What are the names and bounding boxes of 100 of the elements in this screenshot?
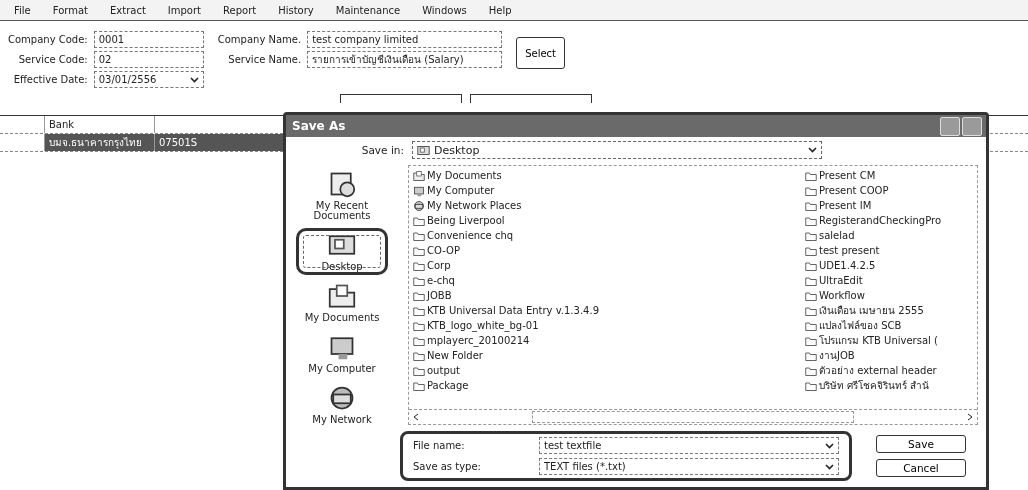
table-cell: บมจ.ธนาคารกรุงไทย: [45, 134, 155, 151]
partly-hidden-button[interactable]: [340, 94, 462, 103]
network-computer-icon: [328, 384, 356, 412]
save-as-type-label: Save as type:: [413, 461, 482, 472]
place-label: My Documents: [304, 313, 380, 323]
places-item[interactable]: Desktop: [296, 228, 388, 275]
file-list-item[interactable]: โปรแกรม KTB Universal (: [805, 333, 973, 348]
places-item[interactable]: My Computer: [296, 330, 388, 377]
file-list-item[interactable]: My Documents: [413, 168, 805, 183]
folder-icon: [413, 214, 425, 227]
computer-icon: [413, 184, 425, 197]
folder-icon: [413, 304, 425, 317]
file-list-item[interactable]: แปลงไฟล์ของ SCB: [805, 318, 973, 333]
file-list-item[interactable]: mplayerc_20100214: [413, 333, 805, 348]
company-name-field[interactable]: test company limited: [307, 31, 503, 48]
folder-icon: [805, 244, 817, 257]
scroll-left-icon[interactable]: [413, 413, 419, 421]
folder-icon: [413, 379, 425, 392]
menu-item[interactable]: Import: [167, 5, 201, 16]
folder-icon: [805, 349, 817, 362]
file-list-item[interactable]: UltraEdit: [805, 273, 973, 288]
file-list-item[interactable]: JOBB: [413, 288, 805, 303]
folder-icon: [413, 319, 425, 332]
date-dropdown[interactable]: 03/01/2556: [93, 71, 204, 88]
field-label: Service Code:: [17, 54, 88, 65]
help-button[interactable]: [940, 116, 960, 136]
folder-icon: [805, 229, 817, 242]
dialog-button[interactable]: Save: [876, 435, 966, 453]
save-in-dropdown[interactable]: Desktop: [412, 141, 822, 159]
folder-icon: [805, 199, 817, 212]
select-button[interactable]: Select: [516, 37, 566, 69]
folder-icon: [805, 259, 817, 272]
file-list-item[interactable]: New Folder: [413, 348, 805, 363]
service-code-field[interactable]: 02: [93, 51, 204, 68]
file-name-label: File name:: [413, 440, 466, 451]
file-list-item[interactable]: CO-OP: [413, 243, 805, 258]
menu-item[interactable]: History: [278, 5, 314, 16]
document-clock-icon: [328, 170, 356, 198]
table-cell: 07501S: [155, 134, 285, 151]
file-list-item[interactable]: output: [413, 363, 805, 378]
folder-icon: [805, 319, 817, 332]
place-label: Desktop: [321, 262, 363, 272]
menu-item[interactable]: Maintenance: [335, 5, 401, 16]
file-name-field[interactable]: test textfile: [539, 437, 839, 454]
place-label: My Network: [312, 415, 372, 425]
place-label: My Computer: [308, 364, 376, 374]
file-list-item[interactable]: บริษัท ศรีโชคจิรินทร์ สำนั: [805, 378, 973, 393]
folder-icon: [413, 289, 425, 302]
partly-hidden-button[interactable]: [470, 94, 592, 103]
file-list-item[interactable]: UDE1.4.2.5: [805, 258, 973, 273]
menu-item[interactable]: Extract: [110, 5, 146, 16]
file-list-item[interactable]: Present IM: [805, 198, 973, 213]
file-list-item[interactable]: Package: [413, 378, 805, 393]
folder-icon: [805, 214, 817, 227]
file-list-item[interactable]: งานJOB: [805, 348, 973, 363]
scroll-right-icon[interactable]: [967, 413, 973, 421]
document-folder-icon: [328, 282, 356, 310]
document-folder-icon: [413, 169, 425, 182]
file-list-item[interactable]: Being Liverpool: [413, 213, 805, 228]
file-list-item[interactable]: My Network Places: [413, 198, 805, 213]
file-list-item[interactable]: Workflow: [805, 288, 973, 303]
file-list-item[interactable]: RegisterandCheckingPro: [805, 213, 973, 228]
file-list-item[interactable]: salelad: [805, 228, 973, 243]
file-list-item[interactable]: Present CM: [805, 168, 973, 183]
menu-item[interactable]: Windows: [422, 5, 467, 16]
folder-icon: [805, 289, 817, 302]
file-list-item[interactable]: test present: [805, 243, 973, 258]
save-as-type-dropdown[interactable]: TEXT files (*.txt): [539, 458, 839, 475]
file-list-item[interactable]: เงินเดือน เมษายน 2555: [805, 303, 973, 318]
file-list-item[interactable]: Present COOP: [805, 183, 973, 198]
menu-item[interactable]: Help: [488, 5, 512, 16]
file-list-item[interactable]: KTB Universal Data Entry v.1.3.4.9: [413, 303, 805, 318]
network-computer-icon: [413, 199, 425, 212]
file-list-item[interactable]: KTB_logo_white_bg-01: [413, 318, 805, 333]
file-list-item[interactable]: Corp: [413, 258, 805, 273]
horizontal-scrollbar[interactable]: [409, 409, 977, 424]
menu-item[interactable]: Format: [52, 5, 88, 16]
menu-item[interactable]: File: [14, 5, 31, 16]
folder-icon: [805, 364, 817, 377]
menu-item[interactable]: Report: [223, 5, 257, 16]
caret-icon: [808, 147, 817, 153]
company-code-field[interactable]: 0001: [93, 31, 204, 48]
file-list-item[interactable]: e-chq: [413, 273, 805, 288]
file-list-item[interactable]: ตัวอย่าง external header: [805, 363, 973, 378]
close-button[interactable]: [962, 116, 982, 136]
folder-icon: [413, 259, 425, 272]
caret-icon: [189, 76, 199, 83]
field-label: Effective Date:: [12, 74, 88, 85]
folder-icon: [413, 244, 425, 257]
folder-icon: [413, 349, 425, 362]
file-list-item[interactable]: My Computer: [413, 183, 805, 198]
save-in-label: Save in:: [360, 144, 404, 156]
places-item[interactable]: My Documents: [296, 279, 388, 326]
places-item[interactable]: My Network: [296, 381, 388, 428]
places-item[interactable]: My Recent Documents: [296, 167, 388, 224]
service-name-field[interactable]: รายการเข้าบัญชีเงินเดือน (Salary): [307, 51, 503, 68]
field-label: Service Name.: [227, 54, 302, 65]
caret-icon: [825, 463, 834, 470]
file-list-item[interactable]: Convenience chq: [413, 228, 805, 243]
dialog-button[interactable]: Cancel: [876, 459, 966, 477]
